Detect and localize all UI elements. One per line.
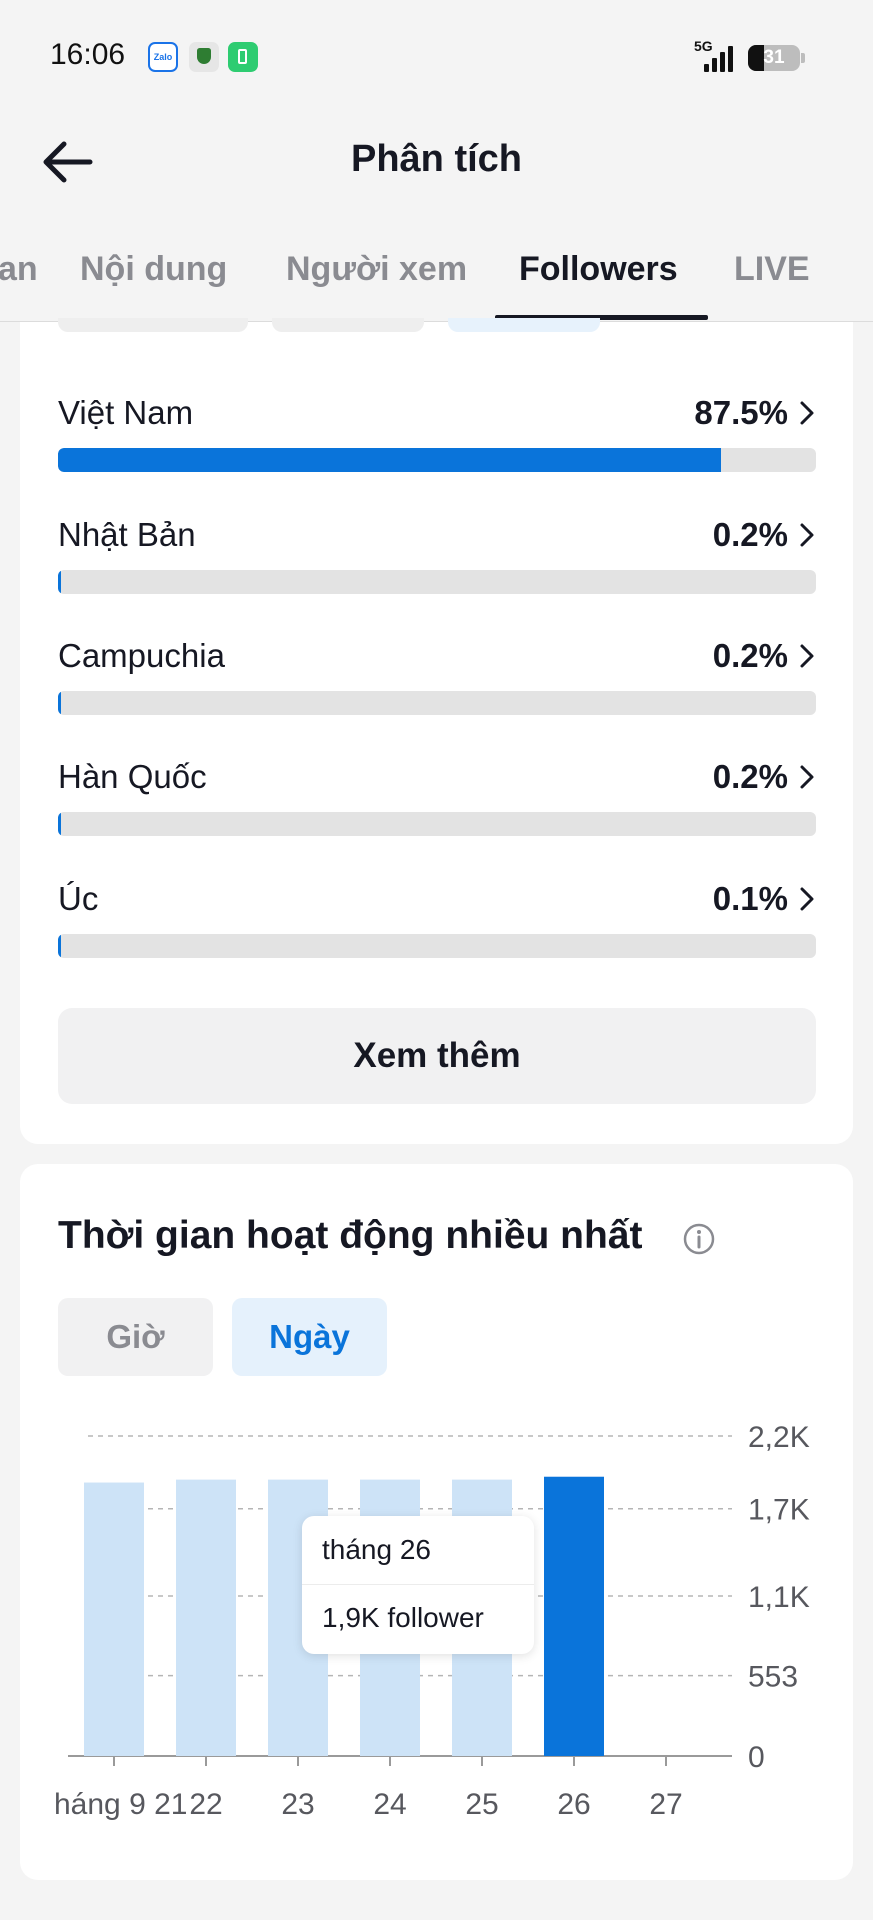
- country-row-korea[interactable]: Hàn Quốc 0.2%: [58, 758, 816, 858]
- tab-viewers[interactable]: Người xem: [286, 250, 467, 289]
- tab-overview[interactable]: an: [0, 250, 38, 289]
- country-row-australia[interactable]: Úc 0.1%: [58, 880, 816, 980]
- country-row-vietnam[interactable]: Việt Nam 87.5%: [58, 394, 816, 494]
- country-bar-fill: [58, 934, 61, 958]
- tab-live[interactable]: LIVE: [734, 250, 810, 289]
- tab-followers[interactable]: Followers: [519, 250, 678, 289]
- zalo-icon: Zalo: [148, 42, 178, 72]
- country-name: Nhật Bản: [58, 516, 196, 553]
- country-percent: 0.2%: [712, 758, 788, 795]
- header: Phân tích: [0, 112, 873, 212]
- battery-icon: 31: [748, 45, 800, 71]
- country-percent: 87.5%: [694, 394, 788, 431]
- signal-icon: [704, 44, 736, 72]
- country-bar-fill: [58, 812, 61, 836]
- section-title: Thời gian hoạt động nhiều nhất: [58, 1214, 643, 1257]
- y-tick-label: 553: [748, 1661, 798, 1694]
- country-bar-track: [58, 570, 816, 594]
- x-tick-label: háng 9 21: [54, 1788, 187, 1821]
- country-bar-track: [58, 691, 816, 715]
- countries-card: Việt Nam 87.5% Nhật Bản 0.2% Campuchia 0…: [20, 318, 853, 1144]
- country-percent: 0.1%: [712, 880, 788, 917]
- country-row-japan[interactable]: Nhật Bản 0.2%: [58, 516, 816, 616]
- bar: [84, 1482, 144, 1756]
- x-tick-label: 26: [557, 1788, 590, 1821]
- x-tick-label: 22: [189, 1788, 222, 1821]
- tab-content[interactable]: Nội dung: [80, 250, 227, 289]
- tooltip-value: 1,9K follower: [322, 1602, 484, 1633]
- battery-level: 31: [763, 47, 785, 68]
- segment-day-button[interactable]: Ngày: [232, 1298, 387, 1376]
- country-percent: 0.2%: [712, 637, 788, 674]
- segment-hour-button[interactable]: Giờ: [58, 1298, 213, 1376]
- country-percent: 0.2%: [712, 516, 788, 553]
- country-name: Hàn Quốc: [58, 758, 207, 795]
- x-tick-label: 25: [465, 1788, 498, 1821]
- country-bar-track: [58, 448, 816, 472]
- y-tick-label: 1,7K: [748, 1494, 810, 1527]
- see-more-button[interactable]: Xem thêm: [58, 1008, 816, 1104]
- tab-bar: an Nội dung Người xem Followers LIVE: [0, 212, 873, 322]
- battery-saver-icon: [228, 42, 258, 72]
- y-tick-label: 0: [748, 1741, 765, 1774]
- country-bar-fill: [58, 448, 722, 472]
- status-bar: 16:06 Zalo 5G 31: [0, 0, 873, 112]
- country-bar-fill: [58, 570, 61, 594]
- shield-icon: [189, 42, 219, 72]
- page-title: Phân tích: [350, 138, 523, 180]
- chevron-right-icon: [800, 401, 814, 425]
- chart-tooltip: tháng 26 1,9K follower: [302, 1516, 534, 1654]
- bar: [544, 1476, 604, 1756]
- x-tick-label: 27: [649, 1788, 682, 1821]
- status-time: 16:06: [50, 38, 126, 71]
- chevron-right-icon: [800, 887, 814, 911]
- country-bar-track: [58, 812, 816, 836]
- y-tick-label: 1,1K: [748, 1581, 810, 1614]
- x-tick-label: 23: [281, 1788, 314, 1821]
- country-name: Việt Nam: [58, 394, 194, 431]
- country-bar-fill: [58, 691, 61, 715]
- tooltip-date: tháng 26: [322, 1534, 431, 1565]
- chevron-right-icon: [800, 523, 814, 547]
- chevron-right-icon: [800, 644, 814, 668]
- bar: [176, 1479, 236, 1756]
- country-bar-track: [58, 934, 816, 958]
- x-tick-label: 24: [373, 1788, 406, 1821]
- country-name: Úc: [58, 880, 99, 917]
- chevron-right-icon: [800, 765, 814, 789]
- country-row-cambodia[interactable]: Campuchia 0.2%: [58, 637, 816, 737]
- info-icon[interactable]: [682, 1222, 716, 1256]
- y-tick-label: 2,2K: [748, 1421, 810, 1454]
- country-name: Campuchia: [58, 637, 225, 674]
